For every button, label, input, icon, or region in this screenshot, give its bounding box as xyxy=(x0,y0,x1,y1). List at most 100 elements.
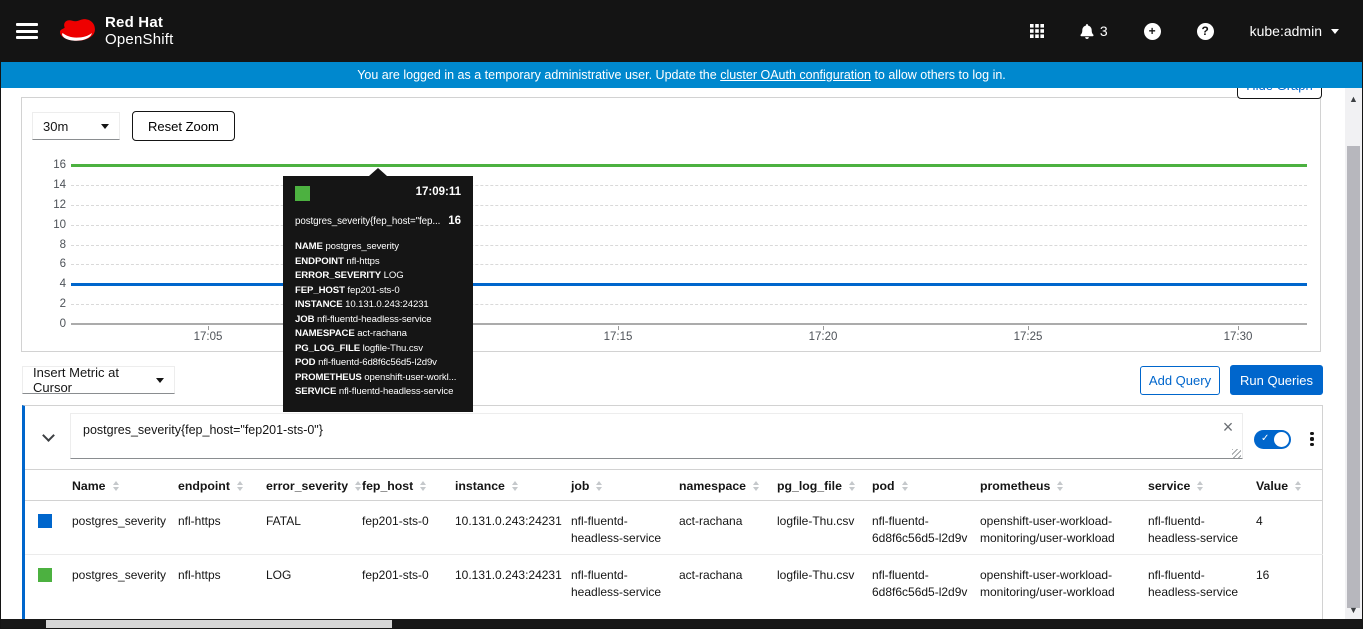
cell-service: nfl-fluentd-headless-service xyxy=(1140,500,1248,555)
help-button[interactable]: ? xyxy=(1196,22,1214,40)
vertical-scrollbar[interactable]: ▲ ▼ xyxy=(1345,88,1362,619)
series-color-swatch xyxy=(38,568,52,582)
sort-icon xyxy=(849,481,855,491)
sort-icon xyxy=(355,481,361,491)
redhat-hat-icon xyxy=(60,18,95,41)
query-options-kebab[interactable] xyxy=(1302,427,1322,451)
run-queries-button[interactable]: Run Queries xyxy=(1230,365,1323,395)
column-header-error-severity[interactable]: error_severity xyxy=(258,469,354,501)
column-header-name[interactable]: Name xyxy=(64,469,170,501)
chevron-down-icon xyxy=(41,428,55,442)
query-results-table: Name endpoint error_severity fep_host in… xyxy=(25,469,1323,608)
add-button[interactable]: + xyxy=(1143,22,1161,40)
cell-prometheus: openshift-user-workload-monitoring/user-… xyxy=(980,568,1115,599)
column-header-value[interactable]: Value xyxy=(1248,469,1323,501)
column-header-pg-log-file[interactable]: pg_log_file xyxy=(769,469,864,501)
series-color-swatch xyxy=(38,514,52,528)
cell-namespace: act-rachana xyxy=(679,568,743,582)
chevron-down-icon xyxy=(1331,28,1339,38)
series-line-fatal xyxy=(71,283,1307,286)
column-header-swatch xyxy=(25,469,64,501)
brand-line-2: OpenShift xyxy=(105,31,174,48)
cell-namespace: act-rachana xyxy=(671,500,769,555)
column-header-pod[interactable]: pod xyxy=(864,469,972,501)
cell-endpoint: nfl-https xyxy=(178,568,221,582)
cell-job: nfl-fluentd-headless-service xyxy=(571,568,662,599)
line-chart-plot-area[interactable] xyxy=(71,164,1307,330)
y-tick: 16 xyxy=(53,159,66,171)
user-menu[interactable]: kube:admin xyxy=(1250,23,1339,39)
column-header-endpoint[interactable]: endpoint xyxy=(170,469,258,501)
y-tick: 6 xyxy=(59,258,66,271)
vertical-scrollbar-thumb[interactable] xyxy=(1347,146,1360,608)
textarea-resize-handle[interactable] xyxy=(1232,449,1241,458)
cell-error-severity: LOG xyxy=(266,568,292,582)
clear-query-button[interactable]: × xyxy=(1217,416,1239,438)
timespan-select[interactable]: 30m xyxy=(32,112,120,140)
y-tick: 4 xyxy=(59,278,66,291)
y-tick: 12 xyxy=(53,198,66,211)
y-tick: 10 xyxy=(53,218,66,231)
sort-icon xyxy=(420,481,426,491)
banner-text-before: You are logged in as a temporary adminis… xyxy=(357,68,721,82)
sort-icon xyxy=(753,481,759,491)
scroll-up-arrow[interactable]: ▲ xyxy=(1345,94,1362,104)
sort-icon xyxy=(1197,481,1203,491)
sort-icon xyxy=(596,481,602,491)
y-tick: 0 xyxy=(59,318,66,330)
x-tick: 17:30 xyxy=(1223,331,1253,343)
sort-icon xyxy=(902,481,908,491)
column-header-prometheus[interactable]: prometheus xyxy=(972,469,1140,501)
scroll-down-arrow[interactable]: ▼ xyxy=(1345,605,1362,615)
cell-pod: nfl-fluentd-6d8f6c56d5-l2d9v xyxy=(872,568,968,599)
collapse-query-button[interactable] xyxy=(37,426,59,448)
query-card: postgres_severity{fep_host="fep201-sts-0… xyxy=(22,405,1323,629)
redhat-openshift-logo: Red Hat OpenShift xyxy=(60,14,174,49)
y-axis-labels: 16 14 12 10 8 6 4 2 0 xyxy=(26,159,66,330)
column-header-namespace[interactable]: namespace xyxy=(671,469,769,501)
tooltip-arrow xyxy=(369,168,387,176)
query-expression-input[interactable]: postgres_severity{fep_host="fep201-sts-0… xyxy=(70,413,1243,459)
cell-instance: 10.131.0.243:24231 xyxy=(455,568,562,582)
column-header-instance[interactable]: instance xyxy=(447,469,563,501)
horizontal-scrollbar[interactable] xyxy=(0,619,1363,629)
apps-grid-icon[interactable] xyxy=(1029,24,1044,38)
login-notification-banner: You are logged in as a temporary adminis… xyxy=(0,62,1363,88)
check-icon: ✓ xyxy=(1261,433,1270,444)
column-header-job[interactable]: job xyxy=(563,469,671,501)
sort-icon xyxy=(1057,481,1063,491)
cell-prometheus: openshift-user-workload-monitoring/user-… xyxy=(972,500,1140,555)
add-query-button[interactable]: Add Query xyxy=(1140,366,1220,395)
insert-metric-dropdown[interactable]: Insert Metric at Cursor xyxy=(22,365,175,395)
cell-pg-log-file: logfile-Thu.csv xyxy=(769,500,864,555)
column-header-fep-host[interactable]: fep_host xyxy=(354,469,447,501)
masthead: Red Hat OpenShift 3 + ? kube:admin xyxy=(0,0,1363,62)
horizontal-scrollbar-thumb[interactable] xyxy=(46,620,392,628)
menu-icon[interactable] xyxy=(16,23,38,39)
query-enabled-toggle[interactable]: ✓ xyxy=(1254,430,1291,449)
chevron-down-icon xyxy=(101,123,109,133)
tooltip-series-value: 16 xyxy=(448,215,461,227)
y-tick: 8 xyxy=(59,238,66,251)
tooltip-label-details: NAME postgres_severity ENDPOINT nfl-http… xyxy=(295,241,457,397)
tooltip-timestamp: 17:09:11 xyxy=(415,186,461,198)
x-tick: 17:15 xyxy=(603,331,633,343)
cell-fep-host: fep201-sts-0 xyxy=(354,500,447,555)
chart-tooltip: 17:09:11 postgres_severity{fep_host="fep… xyxy=(283,168,473,412)
cell-error-severity: FATAL xyxy=(258,500,354,555)
cell-instance: 10.131.0.243:24231 xyxy=(447,500,563,555)
reset-zoom-button[interactable]: Reset Zoom xyxy=(132,111,235,141)
tooltip-series-label: postgres_severity{fep_host="fep... xyxy=(295,216,441,227)
cell-value: 16 xyxy=(1256,568,1270,582)
column-header-service[interactable]: service xyxy=(1140,469,1248,501)
oauth-config-link[interactable]: cluster OAuth configuration xyxy=(720,68,871,82)
sort-icon xyxy=(1295,481,1301,491)
notifications-button[interactable]: 3 xyxy=(1080,23,1108,39)
x-tick: 17:25 xyxy=(1013,331,1043,343)
bell-icon xyxy=(1080,23,1094,39)
x-axis-line xyxy=(71,323,1307,325)
cell-name: postgres_severity xyxy=(64,500,170,555)
x-tick: 17:20 xyxy=(808,331,838,343)
table-row: postgres_severity nfl-https LOG fep201-s… xyxy=(25,555,1323,609)
cell-pod: nfl-fluentd-6d8f6c56d5-l2d9v xyxy=(864,500,972,555)
